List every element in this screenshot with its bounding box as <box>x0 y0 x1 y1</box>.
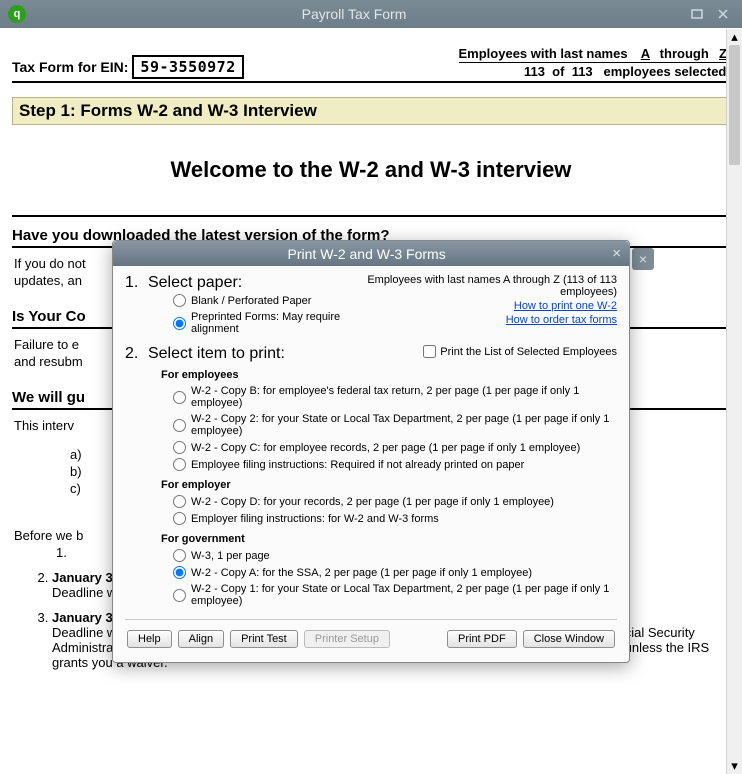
printer-setup-button: Printer Setup <box>304 630 390 648</box>
modal-title: Print W-2 and W-3 Forms <box>121 246 612 262</box>
radio-copy-d[interactable] <box>173 495 186 508</box>
emp-range-from: A <box>638 46 652 61</box>
before-partial: Before we b <box>14 528 83 543</box>
emp-count-a: 113 <box>524 64 545 79</box>
through-label: through <box>660 46 709 61</box>
heading-for-employees: For employees <box>161 369 617 381</box>
radio-employer-instructions[interactable] <box>173 512 186 525</box>
main-titlebar: q Payroll Tax Form <box>0 0 742 28</box>
section2-heading: Select item to print: <box>148 345 285 362</box>
label-copy-1: W-2 - Copy 1: for your State or Local Ta… <box>191 583 617 607</box>
window-title: Payroll Tax Form <box>26 6 682 22</box>
radio-w3[interactable] <box>173 549 186 562</box>
label-employer-instructions: Employer filing instructions: for W-2 an… <box>191 513 439 525</box>
scrollbar-thumb[interactable] <box>729 45 740 165</box>
of-label: of <box>552 64 564 79</box>
maximize-icon[interactable] <box>686 5 708 23</box>
label-copy-b: W-2 - Copy B: for employee's federal tax… <box>191 385 617 409</box>
heading-for-employer: For employer <box>161 479 617 491</box>
vertical-scrollbar[interactable]: ▴ ▾ <box>726 29 742 774</box>
label-preprinted: Preprinted Forms: May require alignment <box>191 311 352 335</box>
radio-copy-1[interactable] <box>173 589 186 602</box>
welcome-heading: Welcome to the W-2 and W-3 interview <box>12 157 730 183</box>
radio-copy-2[interactable] <box>173 419 186 432</box>
link-print-one-w2[interactable]: How to print one W-2 <box>352 300 617 312</box>
modal-emp-info: Employees with last names A through Z (1… <box>367 274 617 298</box>
print-test-button[interactable]: Print Test <box>230 630 298 648</box>
q1-partial-b: updates, an <box>14 273 82 288</box>
modal-divider <box>125 619 617 620</box>
guide-partial: This interv <box>14 418 74 433</box>
app-logo-icon: q <box>8 5 26 23</box>
checkbox-print-list[interactable] <box>423 345 436 358</box>
step-heading: Step 1: Forms W-2 and W-3 Interview <box>12 97 730 125</box>
help-button[interactable]: Help <box>127 630 172 648</box>
label-copy-d: W-2 - Copy D: for your records, 2 per pa… <box>191 496 554 508</box>
radio-copy-b[interactable] <box>173 391 186 404</box>
link-order-tax-forms[interactable]: How to order tax forms <box>352 314 617 326</box>
print-modal: Print W-2 and W-3 Forms × 1. Select pape… <box>112 240 630 663</box>
label-copy-a: W-2 - Copy A: for the SSA, 2 per page (1… <box>191 567 532 579</box>
scroll-up-icon[interactable]: ▴ <box>727 29 742 45</box>
label-print-list: Print the List of Selected Employees <box>440 346 617 358</box>
modal-close-icon[interactable]: × <box>612 245 621 262</box>
radio-copy-a[interactable] <box>173 566 186 579</box>
ein-label: Tax Form for EIN: <box>12 59 128 75</box>
radio-emp-instructions[interactable] <box>173 458 186 471</box>
background-dialog-close-icon[interactable]: × <box>632 248 654 270</box>
section1-heading: Select paper: <box>148 274 242 291</box>
ein-value[interactable]: 59-3550972 <box>132 55 243 79</box>
label-w3: W-3, 1 per page <box>191 550 270 562</box>
emp-count-b: 113 <box>572 64 593 79</box>
emp-selected-label: employees selected <box>604 64 727 79</box>
heading-for-government: For government <box>161 533 617 545</box>
close-window-button[interactable]: Close Window <box>523 630 615 648</box>
emp-range-label: Employees with last names <box>459 46 628 61</box>
label-blank-paper: Blank / Perforated Paper <box>191 295 311 307</box>
radio-blank-paper[interactable] <box>173 294 186 307</box>
print-pdf-button[interactable]: Print PDF <box>447 630 517 648</box>
section2-num: 2. <box>125 345 138 362</box>
label-copy-c: W-2 - Copy C: for employee records, 2 pe… <box>191 442 580 454</box>
radio-copy-c[interactable] <box>173 441 186 454</box>
radio-preprinted[interactable] <box>173 317 186 330</box>
close-icon[interactable] <box>712 5 734 23</box>
section1-num: 1. <box>125 274 138 291</box>
scroll-down-icon[interactable]: ▾ <box>727 758 742 774</box>
q1-partial-a: If you do not <box>14 256 86 271</box>
align-button[interactable]: Align <box>178 630 224 648</box>
label-emp-instructions: Employee filing instructions: Required i… <box>191 459 524 471</box>
label-copy-2: W-2 - Copy 2: for your State or Local Ta… <box>191 413 617 437</box>
